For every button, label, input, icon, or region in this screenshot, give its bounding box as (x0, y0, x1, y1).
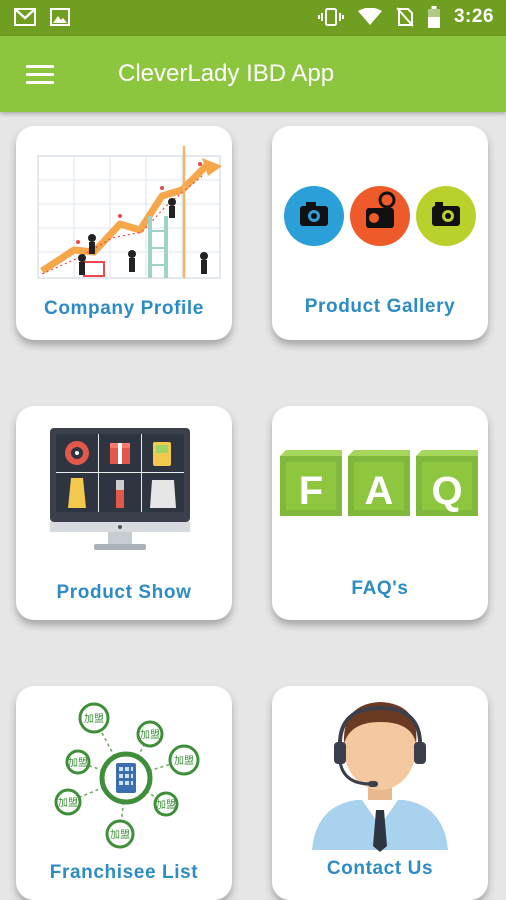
contact-us-card[interactable]: Contact Us (272, 686, 488, 900)
network-node-text: 加盟 (58, 797, 78, 809)
monitor-products-icon (50, 428, 190, 550)
faq-letter-q: Q (431, 469, 462, 513)
network-node-text: 加盟 (84, 713, 104, 725)
product-gallery-label: Product Gallery (304, 296, 456, 317)
faq-letter-f: F (299, 469, 323, 513)
network-node-text: 加盟 (68, 757, 88, 769)
app-bar: CleverLady IBD App (0, 36, 506, 112)
faq-blocks-icon: F A Q (280, 450, 478, 516)
faq-card[interactable]: F A Q FAQ's (272, 406, 488, 620)
franchisee-list-card[interactable]: 加盟 加盟 加盟 加盟 加盟 加盟 加盟 Franchisee List (16, 686, 232, 900)
growth-chart-icon (37, 146, 222, 279)
no-sim-icon (396, 7, 414, 27)
product-gallery-card[interactable]: Product Gallery (272, 126, 488, 340)
network-icon: 加盟 加盟 加盟 加盟 加盟 加盟 加盟 (54, 702, 200, 849)
wifi-icon (357, 8, 382, 25)
camera-icons (284, 186, 476, 246)
vibrate-icon (317, 8, 344, 26)
contact-us-label: Contact Us (326, 858, 434, 879)
network-node-text: 加盟 (156, 799, 176, 811)
support-agent-icon (312, 702, 448, 852)
product-show-card[interactable]: Product Show (16, 406, 232, 620)
company-profile-card[interactable]: Company Profile (16, 126, 232, 340)
franchisee-list-label: Franchisee List (49, 862, 199, 883)
network-node-text: 加盟 (140, 729, 160, 741)
status-bar: 3:26 (0, 0, 506, 36)
product-show-label: Product Show (56, 582, 192, 603)
clock: 3:26 (453, 6, 494, 27)
battery-icon (427, 6, 440, 28)
network-node-text: 加盟 (174, 755, 194, 767)
app-title: CleverLady IBD App (118, 60, 335, 87)
faq-letter-a: A (365, 469, 394, 513)
network-node-text: 加盟 (110, 829, 130, 841)
image-icon (50, 8, 70, 26)
gmail-icon (14, 8, 36, 26)
hamburger-menu-icon[interactable] (26, 65, 54, 85)
faq-label: FAQ's (351, 578, 409, 599)
company-profile-label: Company Profile (44, 298, 204, 319)
